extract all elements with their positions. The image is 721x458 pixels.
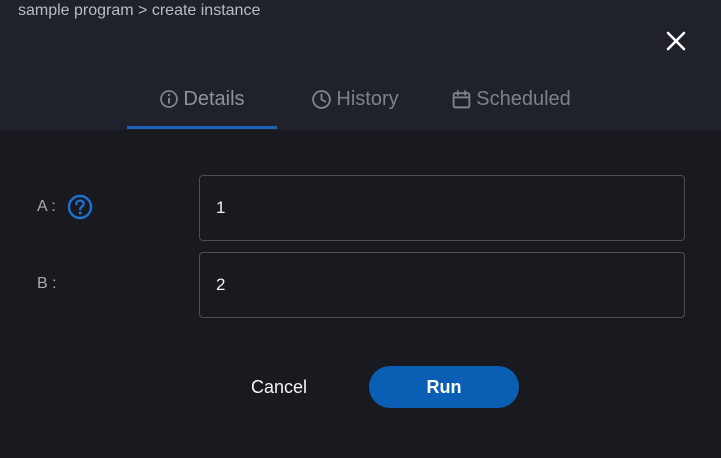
tab-history-label: History (336, 87, 399, 110)
tab-scheduled-label: Scheduled (476, 87, 571, 110)
create-instance-dialog: sample program > create instance Details (0, 0, 721, 458)
field-a-label: A : (37, 198, 56, 215)
tab-history[interactable]: History (295, 78, 415, 130)
field-a-input[interactable] (199, 175, 685, 241)
cancel-button[interactable]: Cancel (232, 366, 326, 408)
clock-icon (312, 89, 332, 109)
active-tab-indicator (127, 126, 277, 129)
breadcrumb: sample program > create instance (18, 2, 261, 19)
field-b-label: B : (37, 275, 57, 292)
tab-details-label: Details (183, 87, 245, 110)
info-icon (160, 90, 179, 108)
tab-scheduled[interactable]: Scheduled (436, 78, 586, 130)
close-icon[interactable] (662, 27, 690, 55)
field-b-input[interactable] (199, 252, 685, 318)
help-circle-icon[interactable] (67, 194, 93, 220)
dialog-header: sample program > create instance Details (0, 0, 721, 130)
calendar-icon (452, 89, 471, 108)
run-button[interactable]: Run (369, 366, 519, 408)
tab-bar: Details History Scheduled (0, 78, 721, 130)
tab-details[interactable]: Details (127, 78, 277, 130)
